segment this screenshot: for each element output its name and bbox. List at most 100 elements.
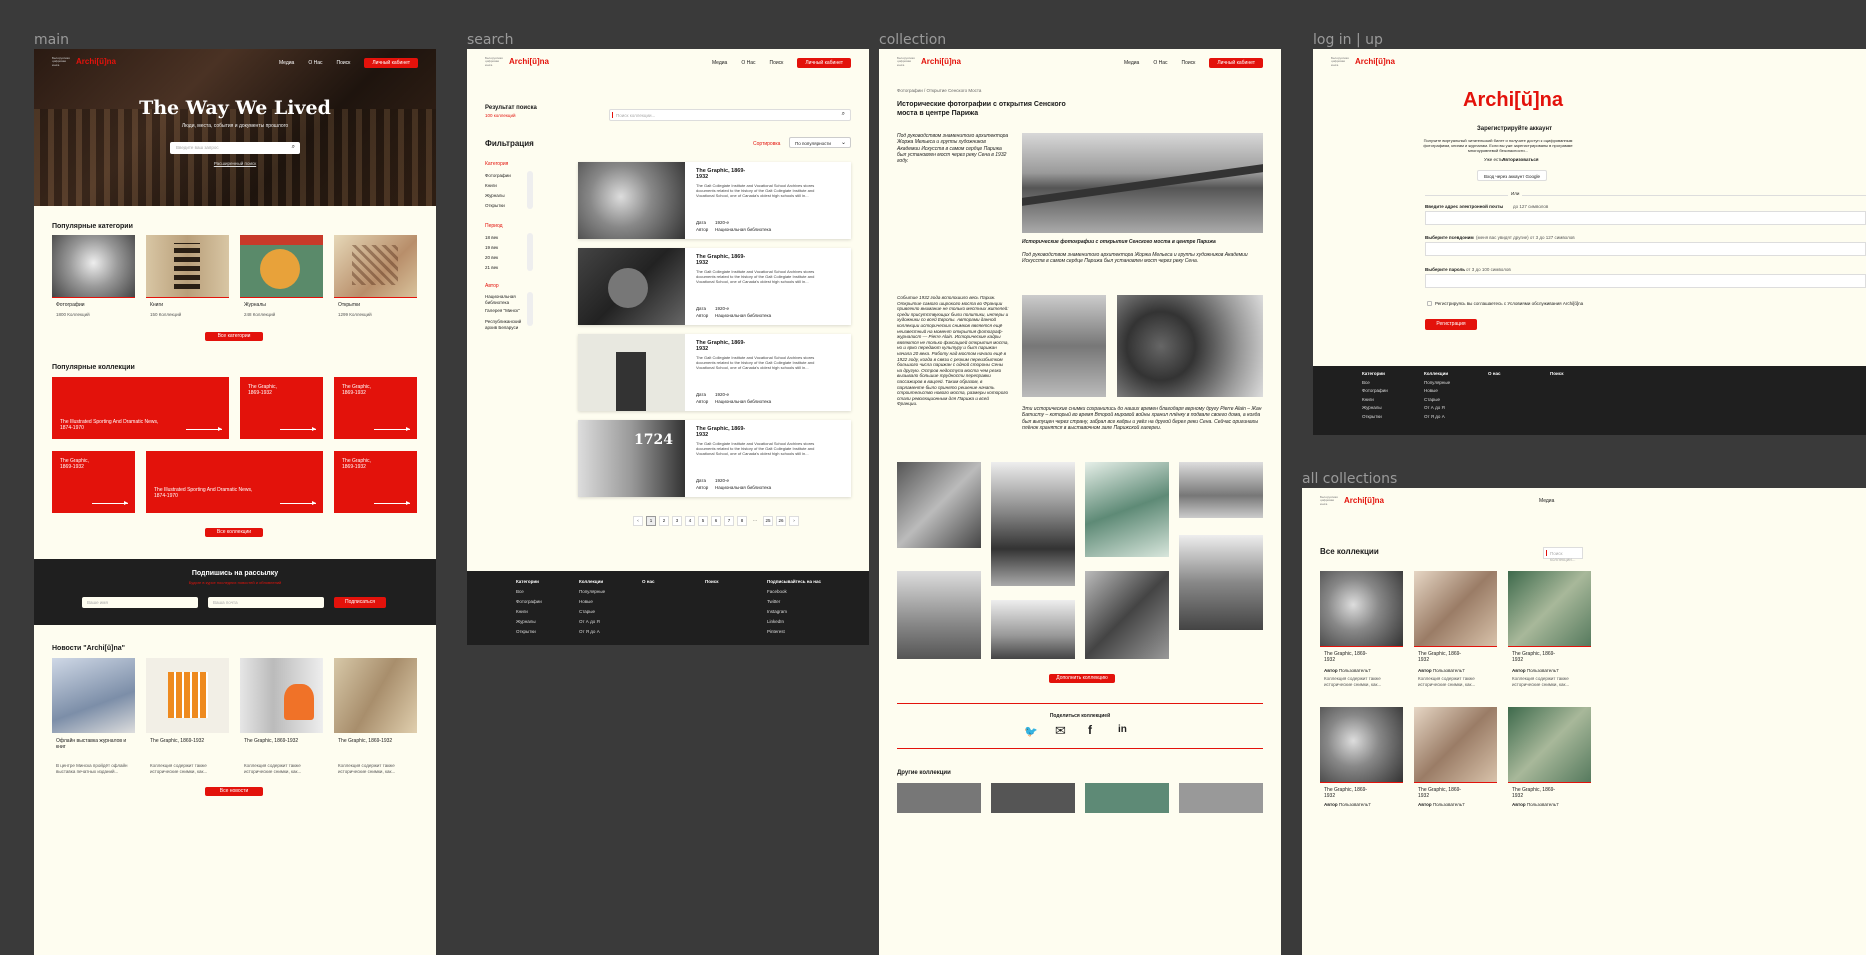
add-to-collection-button[interactable]: Дополнить коллекцию: [1049, 674, 1115, 683]
news-item-title[interactable]: The Graphic, 1869-1932: [244, 738, 320, 744]
result-title[interactable]: The Graphic, 1869-1932: [696, 254, 756, 267]
collection-card[interactable]: The Graphic, 1869-1932: [334, 451, 417, 513]
nav-media[interactable]: Медиа: [1539, 498, 1554, 504]
category-photo-image[interactable]: [52, 235, 135, 297]
filter-checkbox-rail[interactable]: [527, 233, 533, 271]
filter-option[interactable]: Книги: [485, 183, 497, 189]
all-card-title[interactable]: The Graphic, 1869-1932: [1324, 787, 1374, 800]
footer-link[interactable]: От А до Я: [1424, 404, 1450, 413]
filter-option[interactable]: 20 век: [485, 255, 498, 261]
nav-search[interactable]: Поиск: [770, 60, 784, 66]
nav-media[interactable]: Медиа: [1124, 60, 1139, 66]
subscribe-name-input[interactable]: Ваше имя: [82, 597, 198, 608]
footer-link[interactable]: Instagram: [767, 607, 821, 617]
footer-heading[interactable]: Поиск: [1550, 370, 1564, 379]
news-image[interactable]: [240, 658, 323, 733]
search-logo[interactable]: Белорусская цифровая книга Archi[ŭ]na: [485, 56, 549, 67]
breadcrumb[interactable]: Фотографии / Открытие Сенского Моста: [897, 88, 981, 94]
crowd-photo[interactable]: [1117, 295, 1263, 397]
filter-checkbox-rail[interactable]: [527, 292, 533, 326]
search-icon[interactable]: ⌕: [842, 111, 845, 118]
footer-link[interactable]: Книги: [516, 607, 542, 617]
nav-about[interactable]: О Нас: [308, 60, 322, 66]
search-result-card[interactable]: The Graphic, 1869-1932 The Galt Collegia…: [578, 162, 851, 239]
category-magazines-image[interactable]: [240, 235, 323, 297]
cabinet-button[interactable]: Личный кабинет: [1209, 58, 1263, 68]
collection-card[interactable]: The Illustrated Sporting And Dramatic Ne…: [52, 377, 229, 439]
filter-option[interactable]: 19 век: [485, 245, 498, 251]
category-name[interactable]: Открытки: [338, 302, 360, 308]
all-card-title[interactable]: The Graphic, 1869-1932: [1418, 651, 1468, 664]
all-collection-image[interactable]: [1414, 571, 1497, 646]
footer-link[interactable]: От Я до А: [1424, 413, 1450, 422]
all-card-title[interactable]: The Graphic, 1869-1932: [1512, 651, 1562, 664]
footer-link[interactable]: Фотографии: [1362, 387, 1388, 396]
gallery-photo[interactable]: [991, 462, 1075, 586]
filter-checkbox-rail[interactable]: [527, 171, 533, 209]
collection-card[interactable]: The Graphic, 1869-1932: [240, 377, 323, 439]
bridge-photo-main[interactable]: [1022, 133, 1263, 233]
collection-card[interactable]: The Graphic, 1869-1932: [52, 451, 135, 513]
all-card-title[interactable]: The Graphic, 1869-1932: [1324, 651, 1374, 664]
cabinet-button[interactable]: Личный кабинет: [364, 58, 418, 68]
footer-link[interactable]: Все: [1362, 379, 1388, 388]
email-field[interactable]: [1425, 211, 1866, 225]
pagination-page[interactable]: 26: [776, 516, 786, 526]
nav-media[interactable]: Медиа: [712, 60, 727, 66]
filter-option[interactable]: Фотографии: [485, 173, 511, 179]
pagination-page[interactable]: 25: [763, 516, 773, 526]
collection-card[interactable]: The Graphic, 1869-1932: [334, 377, 417, 439]
pagination-page[interactable]: 2: [659, 516, 669, 526]
footer-link[interactable]: От Я до А: [579, 627, 605, 637]
pagination-page[interactable]: 3: [672, 516, 682, 526]
news-image[interactable]: [334, 658, 417, 733]
all-categories-button[interactable]: Все категории: [205, 332, 263, 341]
other-collection-thumb[interactable]: [1179, 783, 1263, 813]
sort-dropdown[interactable]: По популярности ⌄: [789, 137, 851, 148]
all-search-input[interactable]: Поиск коллекции...: [1543, 547, 1583, 562]
search-result-card[interactable]: 1724 The Graphic, 1869-1932 The Galt Col…: [578, 420, 851, 497]
hero-search-input[interactable]: Введите ваш запрос ⌕: [170, 142, 300, 154]
footer-link[interactable]: Все: [516, 587, 542, 597]
search-result-card[interactable]: The Graphic, 1869-1932 The Galt Collegia…: [578, 334, 851, 411]
result-title[interactable]: The Graphic, 1869-1932: [696, 340, 756, 353]
search-result-card[interactable]: The Graphic, 1869-1932 The Galt Collegia…: [578, 248, 851, 325]
agree-checkbox[interactable]: [1427, 301, 1432, 306]
filter-option[interactable]: 18 век: [485, 235, 498, 241]
footer-link[interactable]: Открытки: [516, 627, 542, 637]
news-image[interactable]: [146, 658, 229, 733]
nav-search[interactable]: Поиск: [337, 60, 351, 66]
google-login-button[interactable]: Вход через аккаунт Google: [1477, 170, 1547, 181]
category-postcards-image[interactable]: [334, 235, 417, 297]
cabinet-button[interactable]: Личный кабинет: [797, 58, 851, 68]
footer-link[interactable]: Twitter: [767, 597, 821, 607]
footer-link[interactable]: Pinterest: [767, 627, 821, 637]
gallery-photo[interactable]: [1085, 571, 1169, 659]
footer-link[interactable]: Книги: [1362, 396, 1388, 405]
news-item-title[interactable]: The Graphic, 1869-1932: [338, 738, 414, 744]
category-name[interactable]: Журналы: [244, 302, 266, 308]
footer-link[interactable]: Новые: [1424, 387, 1450, 396]
subscribe-email-input[interactable]: Ваша почта: [208, 597, 324, 608]
result-title[interactable]: The Graphic, 1869-1932: [696, 426, 756, 439]
search-input[interactable]: Поиск коллекции... ⌕: [609, 109, 851, 121]
other-collection-thumb[interactable]: [991, 783, 1075, 813]
footer-heading[interactable]: Поиск: [705, 577, 719, 587]
all-collection-image[interactable]: [1508, 571, 1591, 646]
category-name[interactable]: Фотографии: [56, 302, 85, 308]
gallery-photo[interactable]: [897, 571, 981, 659]
filter-option[interactable]: 21 век: [485, 265, 498, 271]
footer-link[interactable]: Журналы: [516, 617, 542, 627]
news-image[interactable]: [52, 658, 135, 733]
nav-about[interactable]: О Нас: [741, 60, 755, 66]
gallery-photo[interactable]: [1085, 462, 1169, 557]
other-collection-thumb[interactable]: [1085, 783, 1169, 813]
news-item-title[interactable]: Офлайн выставка журналов и книг: [56, 738, 132, 751]
pagination-next[interactable]: ›: [789, 516, 799, 526]
gallery-photo[interactable]: [991, 600, 1075, 659]
footer-link[interactable]: Facebook: [767, 587, 821, 597]
pagination-page[interactable]: 4: [685, 516, 695, 526]
all-logo[interactable]: Белорусская цифровая книга Archi[ŭ]na: [1320, 495, 1384, 506]
all-collection-image[interactable]: [1320, 707, 1403, 782]
footer-link[interactable]: Журналы: [1362, 404, 1388, 413]
